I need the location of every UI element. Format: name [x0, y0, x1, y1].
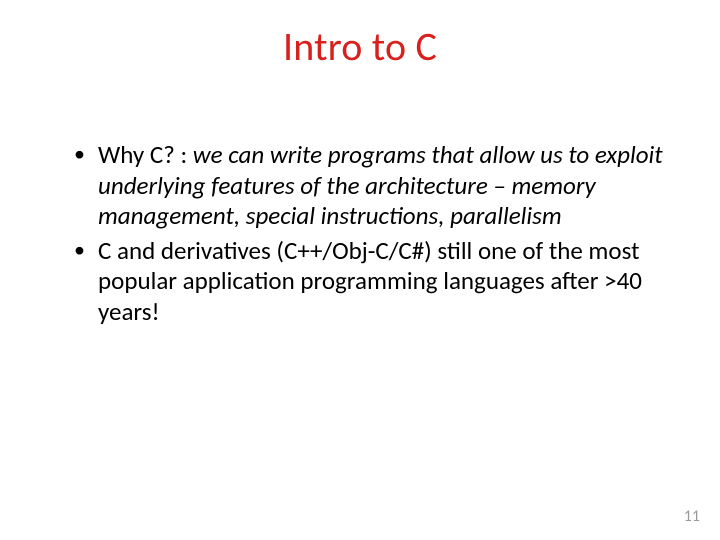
list-item: Why C? : we can write programs that allo…	[72, 140, 664, 232]
slide: Intro to C Why C? : we can write program…	[0, 0, 720, 540]
slide-body: Why C? : we can write programs that allo…	[72, 140, 664, 331]
slide-title: Intro to C	[0, 22, 720, 71]
bullet-lead: Why C? :	[98, 139, 193, 170]
list-item: C and derivatives (C++/Obj-C/C#) still o…	[72, 236, 664, 328]
page-number: 11	[684, 507, 700, 526]
bullet-list: Why C? : we can write programs that allo…	[72, 140, 664, 327]
bullet-plain: C and derivatives (C++/Obj-C/C#) still o…	[98, 235, 642, 327]
